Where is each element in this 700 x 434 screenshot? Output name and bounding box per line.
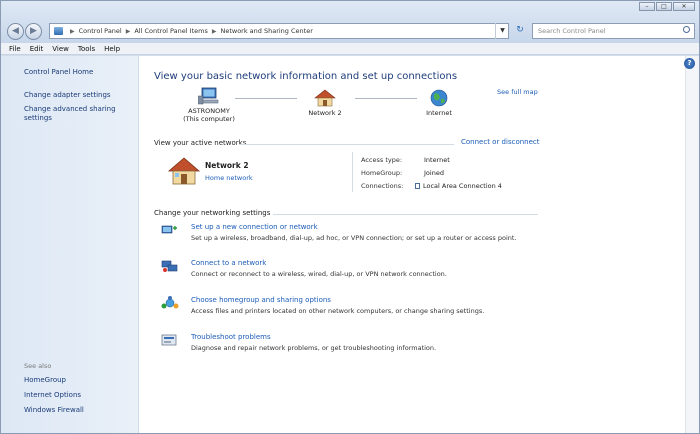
map-network-node[interactable]: Network 2 [297,89,353,117]
breadcrumb-arrow-icon: ▶ [70,27,75,35]
change-advanced-sharing-link[interactable]: Change advanced sharing settings [24,105,129,123]
network-node-label: Network 2 [308,109,342,117]
address-bar[interactable]: ▶ Control Panel ▶ All Control Panel Item… [49,23,509,39]
forward-button[interactable]: ▶ [25,23,42,40]
homegroup-joined-link[interactable]: Joined [424,169,444,177]
computer-name: ASTRONOMY [188,107,230,115]
breadcrumb-control-panel[interactable]: Control Panel [79,27,122,35]
menu-bar: File Edit View Tools Help [1,43,699,55]
control-panel-icon [54,27,63,35]
homegroup-sharing-link[interactable]: Choose homegroup and sharing options [191,296,331,304]
change-adapter-settings-link[interactable]: Change adapter settings [24,91,111,100]
internet-options-link[interactable]: Internet Options [24,391,81,400]
access-type-label: Access type: [361,156,403,164]
breadcrumb-all-items[interactable]: All Control Panel Items [134,27,207,35]
troubleshoot-desc: Diagnose and repair network problems, or… [191,344,437,352]
globe-icon [430,89,448,107]
scrollbar[interactable] [685,56,699,433]
connect-disconnect-link[interactable]: Connect or disconnect [461,138,540,146]
windows-firewall-link[interactable]: Windows Firewall [24,406,84,415]
left-pane: Control Panel Home Change adapter settin… [1,56,138,433]
homegroup-label: HomeGroup: [361,169,403,177]
divider [239,144,454,145]
title-bar: – □ ✕ ◀ ▶ ▶ Control Panel ▶ All Control … [1,1,699,43]
connect-network-icon [161,260,178,272]
menu-view[interactable]: View [52,43,69,54]
menu-edit[interactable]: Edit [30,43,44,54]
connect-network-desc: Connect or reconnect to a wireless, wire… [191,270,447,278]
see-full-map-link[interactable]: See full map [497,88,538,96]
control-panel-home-link[interactable]: Control Panel Home [24,68,93,77]
internet-node-label: Internet [426,109,452,117]
ethernet-icon [415,183,420,189]
map-internet-node[interactable]: Internet [415,89,463,117]
connect-network-link[interactable]: Connect to a network [191,259,266,267]
menu-help[interactable]: Help [104,43,120,54]
computer-sub: (This computer) [183,115,235,123]
active-networks-heading: View your active networks [154,139,247,147]
settings-heading: Change your networking settings [154,209,271,217]
map-link-line [355,98,417,99]
see-also-heading: See also [24,362,52,370]
window: – □ ✕ ◀ ▶ ▶ Control Panel ▶ All Control … [0,0,700,434]
troubleshoot-icon [161,334,177,346]
homegroup-icon [161,296,179,309]
search-placeholder: Search Control Panel [538,27,606,35]
search-icon[interactable] [683,26,690,33]
address-dropdown-icon[interactable]: ▼ [495,23,509,39]
divider [352,152,353,192]
menu-tools[interactable]: Tools [78,43,95,54]
new-connection-icon [161,225,177,234]
house-icon [314,89,336,107]
local-area-connection-link[interactable]: Local Area Connection 4 [415,182,502,190]
divider [273,214,538,215]
access-type-value: Internet [424,156,450,164]
troubleshoot-link[interactable]: Troubleshoot problems [191,333,271,341]
close-button[interactable]: ✕ [673,2,695,11]
back-button[interactable]: ◀ [7,23,24,40]
minimize-button[interactable]: – [639,2,655,11]
breadcrumb-arrow-icon[interactable]: ▶ [126,28,131,35]
page-title: View your basic network information and … [154,71,458,82]
connections-label: Connections: [361,182,404,190]
homegroup-link[interactable]: HomeGroup [24,376,66,385]
home-network-link[interactable]: Home network [205,174,253,182]
connection-name: Local Area Connection 4 [423,182,502,190]
refresh-icon[interactable]: ↻ [512,23,528,39]
home-network-icon [167,157,201,185]
help-icon[interactable]: ? [684,58,695,69]
computer-icon [197,87,219,105]
setup-connection-link[interactable]: Set up a new connection or network [191,223,318,231]
homegroup-sharing-desc: Access files and printers located on oth… [191,307,485,315]
active-network-name: Network 2 [205,161,249,170]
search-input[interactable]: Search Control Panel [532,23,695,39]
setup-connection-desc: Set up a wireless, broadband, dial-up, a… [191,234,517,242]
map-link-line [235,98,297,99]
window-controls: – □ ✕ [639,2,695,11]
menu-file[interactable]: File [9,43,21,54]
main-content: View your basic network information and … [139,56,685,433]
map-computer-node[interactable]: ASTRONOMY (This computer) [179,87,239,123]
maximize-button[interactable]: □ [656,2,672,11]
breadcrumb-network-center[interactable]: Network and Sharing Center [220,27,312,35]
breadcrumb-arrow-icon[interactable]: ▶ [212,28,217,35]
